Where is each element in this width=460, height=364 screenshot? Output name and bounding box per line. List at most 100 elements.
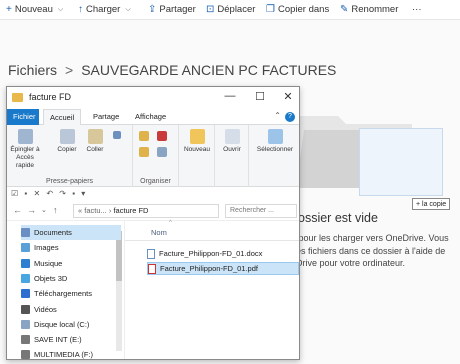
rename-icon xyxy=(157,147,167,157)
new-folder-button[interactable]: Nouveau xyxy=(181,129,213,154)
ribbon: Épingler à Accès rapide Copier Coller Pr… xyxy=(7,125,299,187)
copy-to-button[interactable]: ❐ Copier dans xyxy=(266,4,329,15)
rename-button[interactable] xyxy=(155,147,169,159)
properties-icon xyxy=(224,129,240,144)
copy-to-button[interactable] xyxy=(137,147,151,159)
nav-item-label: Images xyxy=(34,243,59,253)
select-all-icon xyxy=(267,129,283,144)
nav-item[interactable]: Téléchargements xyxy=(21,286,121,301)
copy-to-icon xyxy=(139,147,149,157)
pin-icon xyxy=(17,129,33,144)
select-group: Sélectionner xyxy=(249,125,299,187)
column-header-row: ^ Nom xyxy=(125,220,299,241)
pdf-file-icon xyxy=(148,263,156,274)
drive-icon xyxy=(21,319,30,329)
help-icon[interactable]: ? xyxy=(285,112,295,122)
share-icon: ⇪ xyxy=(148,4,157,15)
more-button[interactable]: ··· xyxy=(412,4,422,15)
maximize-button[interactable]: ☐ xyxy=(251,90,269,103)
address-bar[interactable]: « factu... › facture FD xyxy=(73,204,219,218)
recent-locations-button[interactable]: ⌄ xyxy=(41,206,47,214)
word-file-icon xyxy=(147,248,155,259)
explorer-titlebar[interactable]: facture FD — ☐ ✕ xyxy=(7,87,299,109)
drive-icon xyxy=(21,350,30,359)
copy-button[interactable]: Copier xyxy=(55,129,79,154)
quick-access-toolbar[interactable]: ☑ ▪ ✕ ↶ ↷ ▪ ▾ xyxy=(7,187,299,201)
nav-item-label: Disque local (C:) xyxy=(34,319,90,329)
rename-button[interactable]: ✎ Renommer xyxy=(340,4,398,15)
nav-item[interactable]: Disque local (C:) xyxy=(21,317,121,332)
images-icon xyxy=(21,243,30,253)
rename-icon: ✎ xyxy=(340,4,349,15)
breadcrumb-root[interactable]: Fichiers xyxy=(8,62,57,78)
breadcrumb-current: SAUVEGARDE ANCIEN PC FACTURES xyxy=(81,62,337,78)
address-bar-row: ← → ⌄ ↑ « factu... › facture FD Recherch… xyxy=(7,201,299,221)
nav-item-label: Objets 3D xyxy=(34,273,68,283)
tab-view[interactable]: Affichage xyxy=(129,109,172,125)
new-folder-icon xyxy=(189,129,205,144)
delete-button[interactable] xyxy=(155,131,169,143)
nav-item[interactable]: SAVE INT (E:) xyxy=(21,332,121,347)
empty-folder-description: p pour les charger vers OneDrive. Vous d… xyxy=(291,233,449,268)
nav-item[interactable]: Documents xyxy=(21,225,121,240)
move-button[interactable]: ⊡ Déplacer xyxy=(206,4,255,15)
file-list: ^ Nom Facture_Philippon-FD_01.docx Factur… xyxy=(125,220,299,359)
upload-button[interactable]: ↑ Charger ⌵ xyxy=(78,4,131,15)
music-icon xyxy=(21,258,30,268)
organize-group: Organiser xyxy=(133,125,179,187)
objects3d-icon xyxy=(21,273,30,283)
organize-group-label: Organiser xyxy=(140,178,171,185)
folder-icon xyxy=(12,93,23,102)
upload-icon: ↑ xyxy=(78,4,83,15)
minimize-button[interactable]: — xyxy=(221,90,239,102)
nav-item[interactable]: Musique xyxy=(21,256,121,271)
pin-button[interactable]: Épingler à Accès rapide xyxy=(9,129,41,170)
nav-item-label: Vidéos xyxy=(34,304,57,314)
up-button[interactable]: ↑ xyxy=(53,205,58,215)
column-header-name[interactable]: Nom xyxy=(151,228,167,237)
chevron-down-icon: ⌵ xyxy=(57,5,64,13)
file-row[interactable]: Facture_Philippon-FD_01.docx xyxy=(147,247,299,260)
breadcrumb-separator: > xyxy=(65,62,74,78)
cut-icon xyxy=(113,131,121,139)
drop-target-card xyxy=(359,128,443,196)
nav-item-label: Documents xyxy=(34,228,72,237)
chevron-down-icon: ⌵ xyxy=(125,5,131,13)
paste-button[interactable]: Coller xyxy=(83,129,107,154)
copy-icon: ❐ xyxy=(266,4,275,15)
downloads-icon xyxy=(21,289,30,299)
empty-folder-title: ossier est vide xyxy=(298,211,378,225)
collapse-ribbon-icon[interactable]: ⌃ xyxy=(274,111,281,120)
forward-button[interactable]: → xyxy=(27,205,36,215)
move-to-icon xyxy=(139,131,149,141)
file-row[interactable]: Facture_Philippon-FD_01.pdf xyxy=(147,262,299,275)
copy-icon xyxy=(59,129,75,144)
tab-home[interactable]: Accueil xyxy=(43,109,82,126)
share-button[interactable]: ⇪ Partager xyxy=(148,4,196,15)
nav-item-label: MULTIMEDIA (F:) xyxy=(34,350,94,360)
select-button[interactable]: Sélectionner xyxy=(251,129,299,154)
back-button[interactable]: ← xyxy=(13,205,22,215)
breadcrumb: Fichiers > SAUVEGARDE ANCIEN PC FACTURES xyxy=(8,62,336,78)
nav-item[interactable]: MULTIMEDIA (F:) xyxy=(21,347,121,360)
file-name: Facture_Philippon-FD_01.pdf xyxy=(160,264,258,273)
new-group: Nouveau xyxy=(179,125,215,187)
delete-icon xyxy=(157,131,167,141)
search-input[interactable]: Rechercher ... xyxy=(225,204,297,218)
nav-item[interactable]: Vidéos xyxy=(21,302,121,317)
onedrive-command-bar: + Nouveau ⌵ ↑ Charger ⌵ ⇪ Partager ⊡ Déplacer … xyxy=(0,0,460,20)
nav-item[interactable]: Objets 3D xyxy=(21,271,121,286)
cut-button[interactable] xyxy=(111,131,123,141)
ribbon-tabs: Fichier Accueil Partage Affichage ⌃ ? xyxy=(7,109,299,126)
new-button[interactable]: + Nouveau ⌵ xyxy=(6,4,63,15)
move-to-button[interactable] xyxy=(137,131,151,143)
plus-icon: + xyxy=(6,4,12,15)
open-group: Ouvrir xyxy=(215,125,249,187)
drag-copy-tooltip: + la copie xyxy=(412,198,451,210)
file-name: Facture_Philippon-FD_01.docx xyxy=(159,249,263,258)
nav-item[interactable]: Images xyxy=(21,240,121,255)
tab-file[interactable]: Fichier xyxy=(7,109,39,125)
open-button[interactable]: Ouvrir xyxy=(217,129,247,154)
tab-share[interactable]: Partage xyxy=(87,109,125,125)
close-button[interactable]: ✕ xyxy=(279,90,297,103)
